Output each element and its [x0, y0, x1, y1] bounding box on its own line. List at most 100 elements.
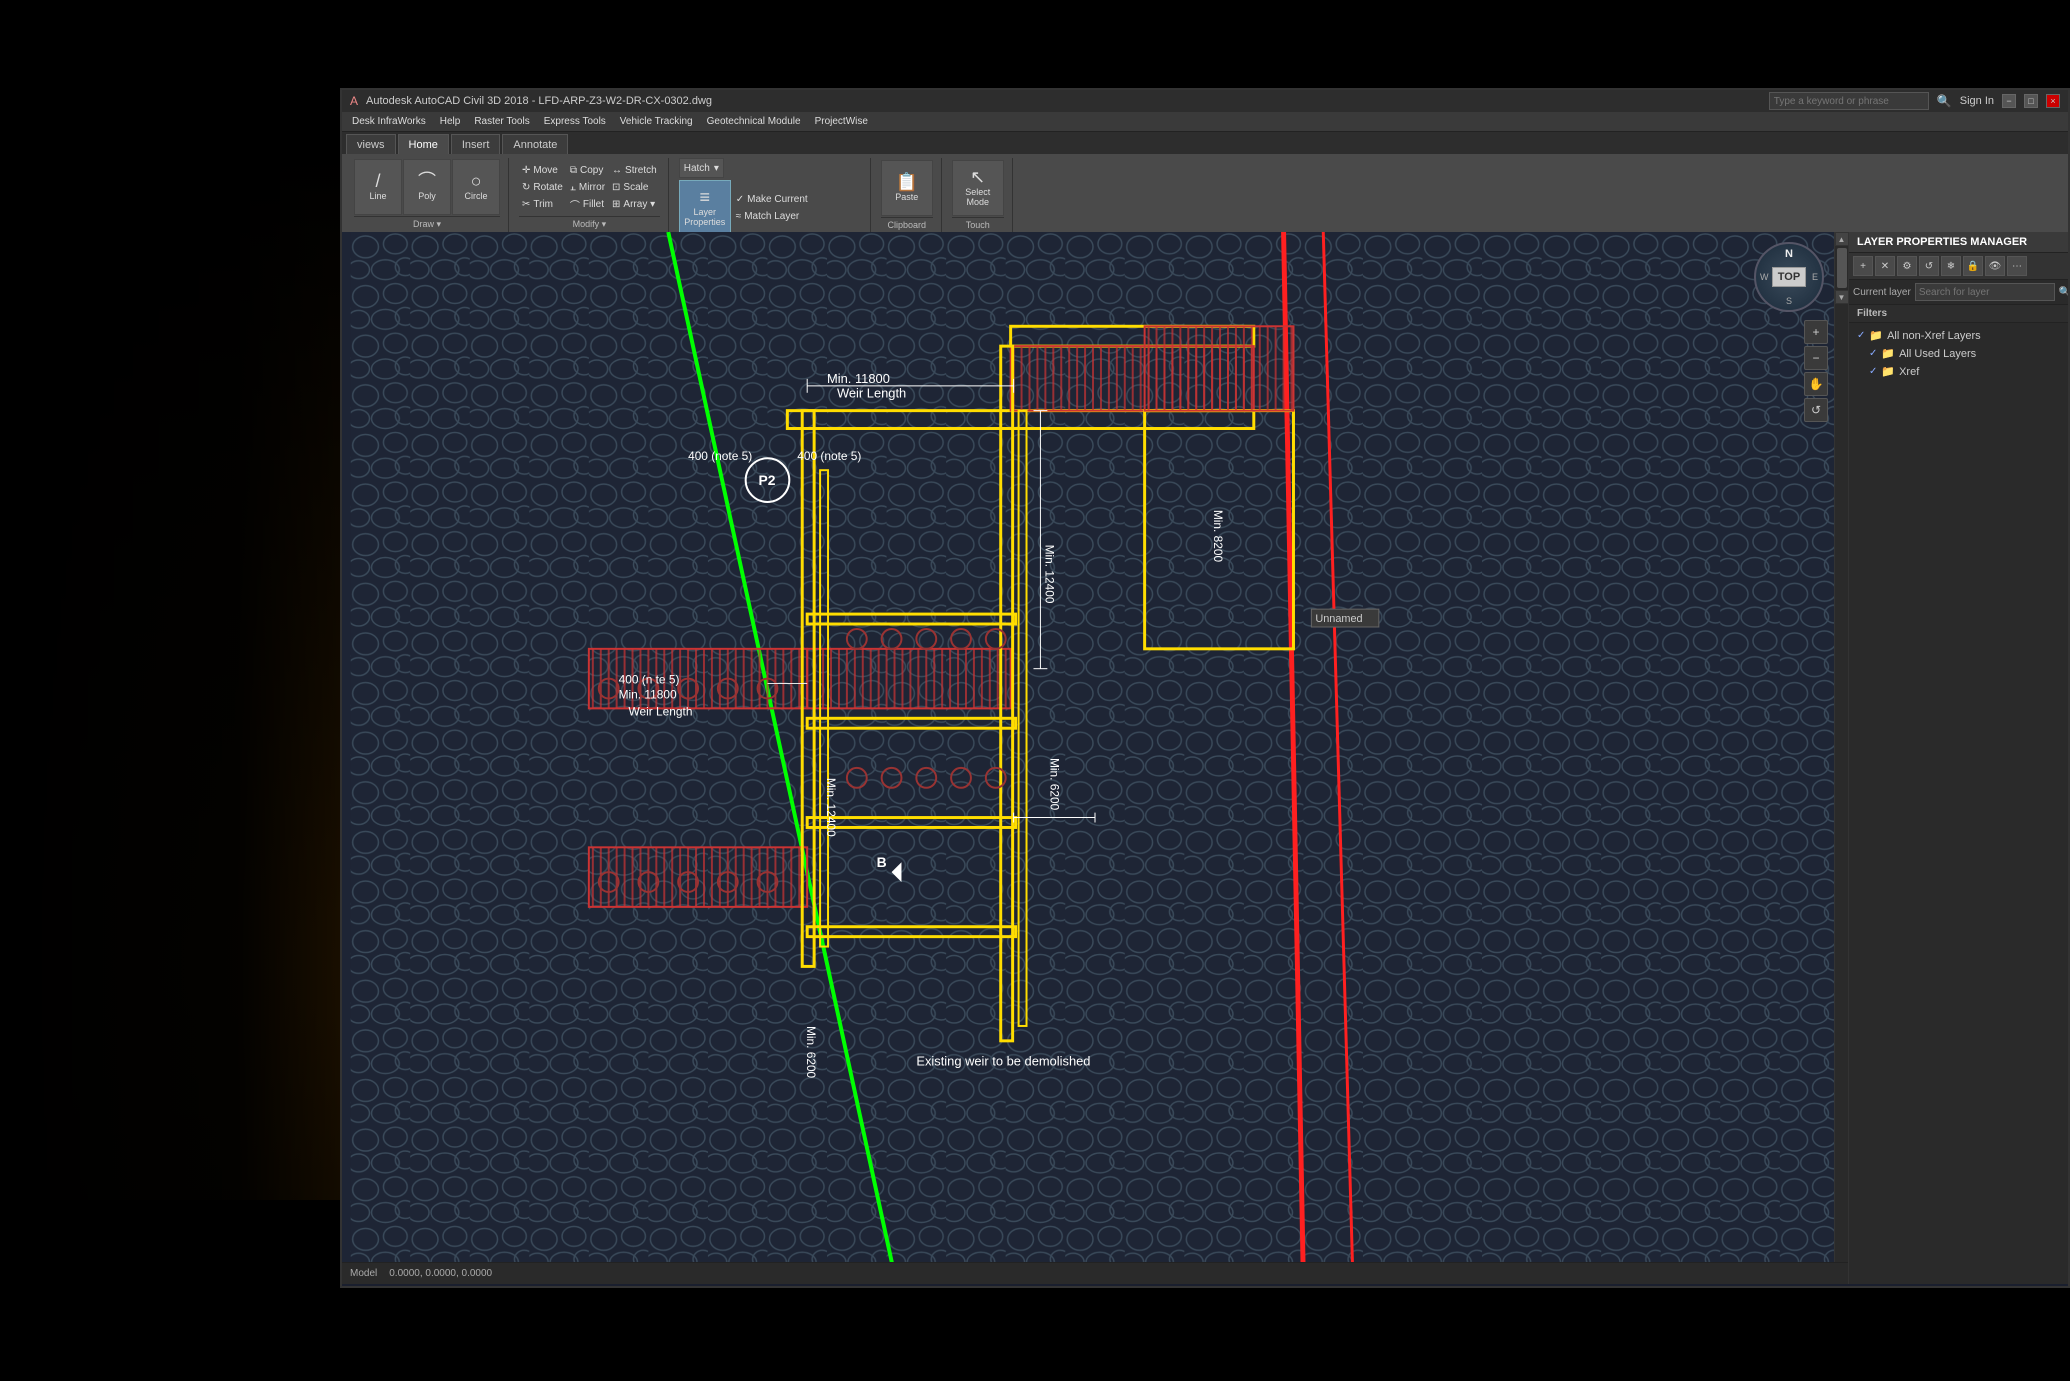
orbit-button[interactable]: ↺ [1804, 398, 1828, 422]
ribbon: views Home Insert Annotate / Line ⌒ Poly [342, 132, 2068, 232]
top-view-button[interactable]: TOP [1772, 267, 1806, 287]
move-button[interactable]: ✛ Move [519, 162, 566, 178]
select-mode-button[interactable]: ↖ SelectMode [952, 160, 1004, 216]
menu-item-infraworks[interactable]: Desk InfraWorks [346, 116, 432, 127]
compass-north-label: N [1785, 248, 1793, 260]
ribbon-group-modify: ✛ Move ↻ Rotate ✂ Trim [511, 158, 669, 232]
select-mode-icon: ↖ [970, 168, 985, 186]
panel-title: LAYER PROPERTIES MANAGER [1849, 232, 2068, 253]
scale-icon: ⊡ [612, 182, 620, 193]
zoom-out-button[interactable]: − [1804, 346, 1828, 370]
array-button[interactable]: ⊞ Array ▾ [609, 196, 660, 212]
search-icon[interactable]: 🔍 [1937, 94, 1952, 108]
cad-drawing-area[interactable]: 400 (note 5) 400 (note 5) Min. 11800 Wei… [342, 232, 1848, 1284]
svg-text:Existing weir to be demolished: Existing weir to be demolished [916, 1054, 1090, 1069]
menu-item-geotechnical[interactable]: Geotechnical Module [701, 116, 807, 127]
line-button[interactable]: / Line [354, 159, 402, 215]
svg-text:P2: P2 [759, 472, 776, 488]
draw-buttons: / Line ⌒ Poly ○ Circle [354, 158, 500, 216]
menu-item-help[interactable]: Help [434, 116, 467, 127]
copy-button[interactable]: ⧉ Copy [567, 162, 608, 178]
stretch-button[interactable]: ↔ Stretch [609, 162, 660, 178]
menu-item-vehicle[interactable]: Vehicle Tracking [614, 116, 699, 127]
layer-right-btns: ✓ Make Current ≈ Match Layer [733, 192, 811, 225]
more-options-button[interactable]: ⋯ [2007, 256, 2027, 276]
compass-south-label: S [1786, 296, 1792, 306]
scroll-down-button[interactable]: ▼ [1835, 290, 1849, 304]
freeze-button[interactable]: ❄ [1941, 256, 1961, 276]
polyline-icon: ⌒ [418, 172, 436, 190]
title-bar-right: 🔍 Sign In − □ × [1769, 92, 2060, 110]
tab-home[interactable]: Home [398, 134, 449, 154]
layer-properties-button[interactable]: ≡ LayerProperties [679, 180, 731, 236]
circle-button[interactable]: ○ Circle [452, 159, 500, 215]
view-cube: N S W E TOP [1754, 242, 1824, 312]
trim-icon: ✂ [522, 199, 530, 210]
menu-item-projectwise[interactable]: ProjectWise [809, 116, 874, 127]
compass-east-label: E [1812, 272, 1818, 282]
delete-layer-button[interactable]: ✕ [1875, 256, 1895, 276]
title-search-input[interactable] [1769, 92, 1929, 110]
all-non-xref-check: ✓ [1857, 330, 1865, 341]
sign-in-label[interactable]: Sign In [1960, 95, 1994, 107]
maximize-button[interactable]: □ [2024, 94, 2038, 108]
hatch-dropdown-arrow: ▾ [714, 163, 719, 174]
zoom-in-button[interactable]: + [1804, 320, 1828, 344]
title-bar: A Autodesk AutoCAD Civil 3D 2018 - LFD-A… [342, 90, 2068, 112]
app-icon: A [350, 94, 358, 108]
all-used-check: ✓ [1869, 348, 1877, 359]
new-layer-button[interactable]: + [1853, 256, 1873, 276]
model-tab[interactable]: Model [350, 1268, 377, 1279]
menu-item-express[interactable]: Express Tools [538, 116, 612, 127]
hatch-dropdown[interactable]: Hatch ▾ [679, 158, 724, 178]
pan-button[interactable]: ✋ [1804, 372, 1828, 396]
layer-tree: ✓ 📁 All non-Xref Layers ✓ 📁 All Used Lay… [1849, 323, 2068, 384]
refresh-button[interactable]: ↺ [1919, 256, 1939, 276]
ribbon-group-layers: Hatch ▾ ≡ LayerProperties ✓ Make Curr [671, 158, 871, 232]
panel-search-icon[interactable]: 🔍 [2059, 287, 2070, 298]
make-current-button[interactable]: ✓ Make Current [733, 192, 811, 208]
cad-vertical-scrollbar[interactable]: ▲ ▼ [1834, 232, 1848, 1284]
scale-button[interactable]: ⊡ Scale [609, 179, 660, 195]
rotate-button[interactable]: ↻ Rotate [519, 179, 566, 195]
trim-button[interactable]: ✂ Trim [519, 196, 566, 212]
svg-text:Weir Length: Weir Length [837, 386, 906, 401]
lock-button[interactable]: 🔒 [1963, 256, 1983, 276]
navigation-tools: + − ✋ ↺ [1804, 320, 1828, 422]
visibility-button[interactable]: 👁 [1985, 256, 2005, 276]
cad-canvas: 400 (note 5) 400 (note 5) Min. 11800 Wei… [342, 232, 1848, 1284]
all-non-xref-item[interactable]: ✓ 📁 All non-Xref Layers [1853, 327, 2064, 344]
scroll-thumb[interactable] [1837, 248, 1847, 288]
touch-buttons: ↖ SelectMode [952, 158, 1004, 217]
layer-properties-panel: LAYER PROPERTIES MANAGER + ✕ ⚙ ↺ ❄ 🔒 👁 ⋯… [1848, 232, 2068, 1284]
match-layer-button[interactable]: ≈ Match Layer [733, 209, 811, 225]
svg-text:400 (note 5): 400 (note 5) [688, 449, 752, 463]
scroll-up-button[interactable]: ▲ [1835, 232, 1849, 246]
all-used-layers-item[interactable]: ✓ 📁 All Used Layers [1853, 345, 2064, 362]
layer-search-input[interactable] [1915, 283, 2055, 301]
tab-views[interactable]: views [346, 134, 396, 154]
menu-item-raster[interactable]: Raster Tools [468, 116, 535, 127]
svg-text:Min. 6200: Min. 6200 [804, 1026, 818, 1079]
xref-folder-icon: 📁 [1881, 365, 1895, 378]
ribbon-tabs: views Home Insert Annotate [342, 132, 2068, 154]
xref-item[interactable]: ✓ 📁 Xref [1853, 363, 2064, 380]
copy-icon: ⧉ [570, 165, 577, 176]
fillet-button[interactable]: ⌒ Fillet [567, 196, 608, 212]
tab-annotate[interactable]: Annotate [502, 134, 568, 154]
layer-settings-button[interactable]: ⚙ [1897, 256, 1917, 276]
paste-button[interactable]: 📋 Paste [881, 160, 933, 216]
polyline-button[interactable]: ⌒ Poly [403, 159, 451, 215]
svg-text:Weir Length: Weir Length [629, 704, 693, 718]
ribbon-group-touch: ↖ SelectMode Touch [944, 158, 1013, 232]
make-current-icon: ✓ [736, 194, 744, 205]
modify-small-btns: ✛ Move ↻ Rotate ✂ Trim [519, 162, 566, 212]
close-button[interactable]: × [2046, 94, 2060, 108]
fillet-icon: ⌒ [570, 197, 580, 212]
modify-group-label: Modify ▾ [519, 216, 660, 232]
ribbon-group-clipboard: 📋 Paste Clipboard [873, 158, 942, 232]
tab-insert[interactable]: Insert [451, 134, 501, 154]
layers-content: Hatch ▾ ≡ LayerProperties ✓ Make Curr [679, 158, 862, 236]
mirror-button[interactable]: ⫠ Mirror [567, 179, 608, 195]
minimize-button[interactable]: − [2002, 94, 2016, 108]
